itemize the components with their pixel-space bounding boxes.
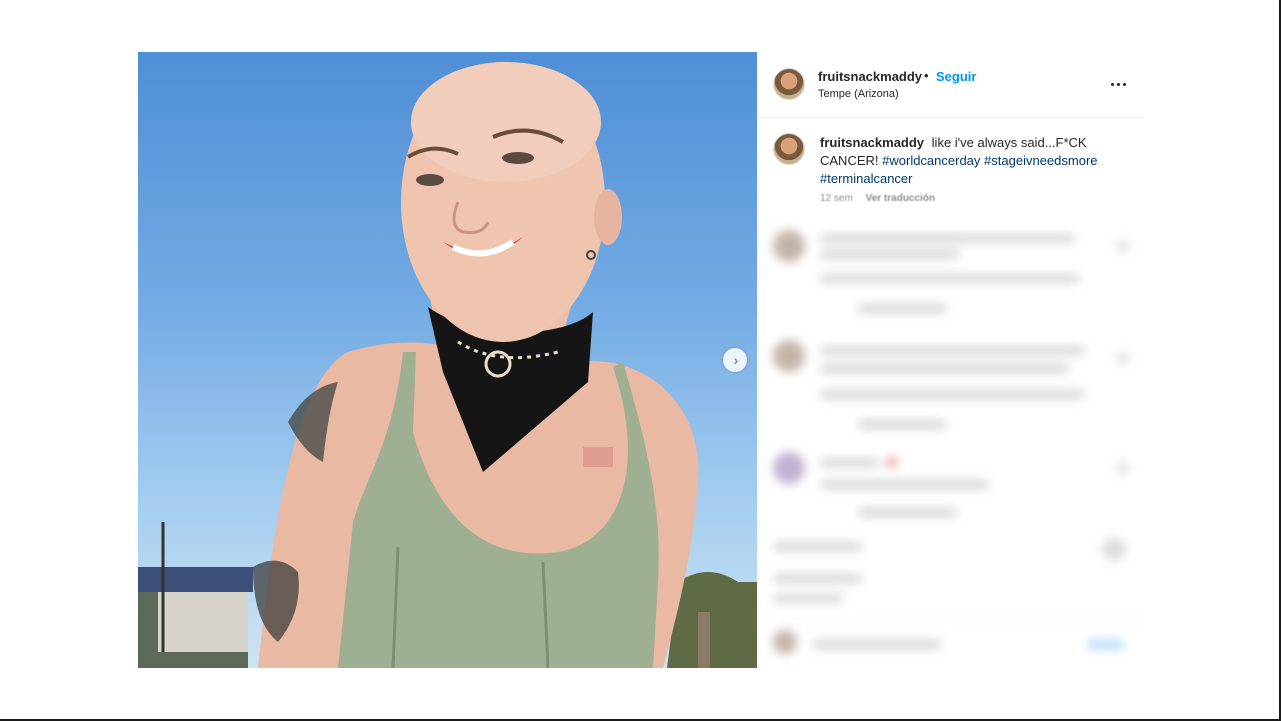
chevron-right-icon: › [733, 352, 739, 368]
translate-link[interactable]: Ver traducción [866, 193, 935, 204]
timestamp: 12 sem [820, 193, 853, 204]
post-details-panel: fruitsnackmaddy • Seguir Tempe (Arizona)… [757, 52, 1143, 668]
blurred-comments [757, 212, 1143, 668]
photo-illustration [138, 62, 757, 668]
location-link[interactable]: Tempe (Arizona) [818, 88, 899, 100]
hashtag-link[interactable]: #worldcancerday [882, 153, 980, 168]
caption-avatar[interactable] [773, 133, 805, 165]
post-header: fruitsnackmaddy • Seguir Tempe (Arizona) [757, 52, 1143, 118]
avatar[interactable] [773, 68, 805, 100]
caption-username[interactable]: fruitsnackmaddy [820, 135, 924, 150]
hashtag-link[interactable]: #terminalcancer [820, 171, 913, 186]
header-username[interactable]: fruitsnackmaddy [818, 69, 922, 84]
carousel-next-button[interactable]: › [723, 348, 747, 372]
separator-dot: • [924, 68, 929, 83]
follow-button[interactable]: Seguir [936, 69, 976, 84]
more-options-icon[interactable] [1108, 74, 1128, 94]
hashtag-link[interactable]: #stageivneedsmore [984, 153, 1097, 168]
caption-meta: 12 sem Ver traducción [820, 193, 935, 204]
caption: fruitsnackmaddy like i've always said...… [820, 134, 1120, 188]
post-photo[interactable] [138, 52, 757, 668]
